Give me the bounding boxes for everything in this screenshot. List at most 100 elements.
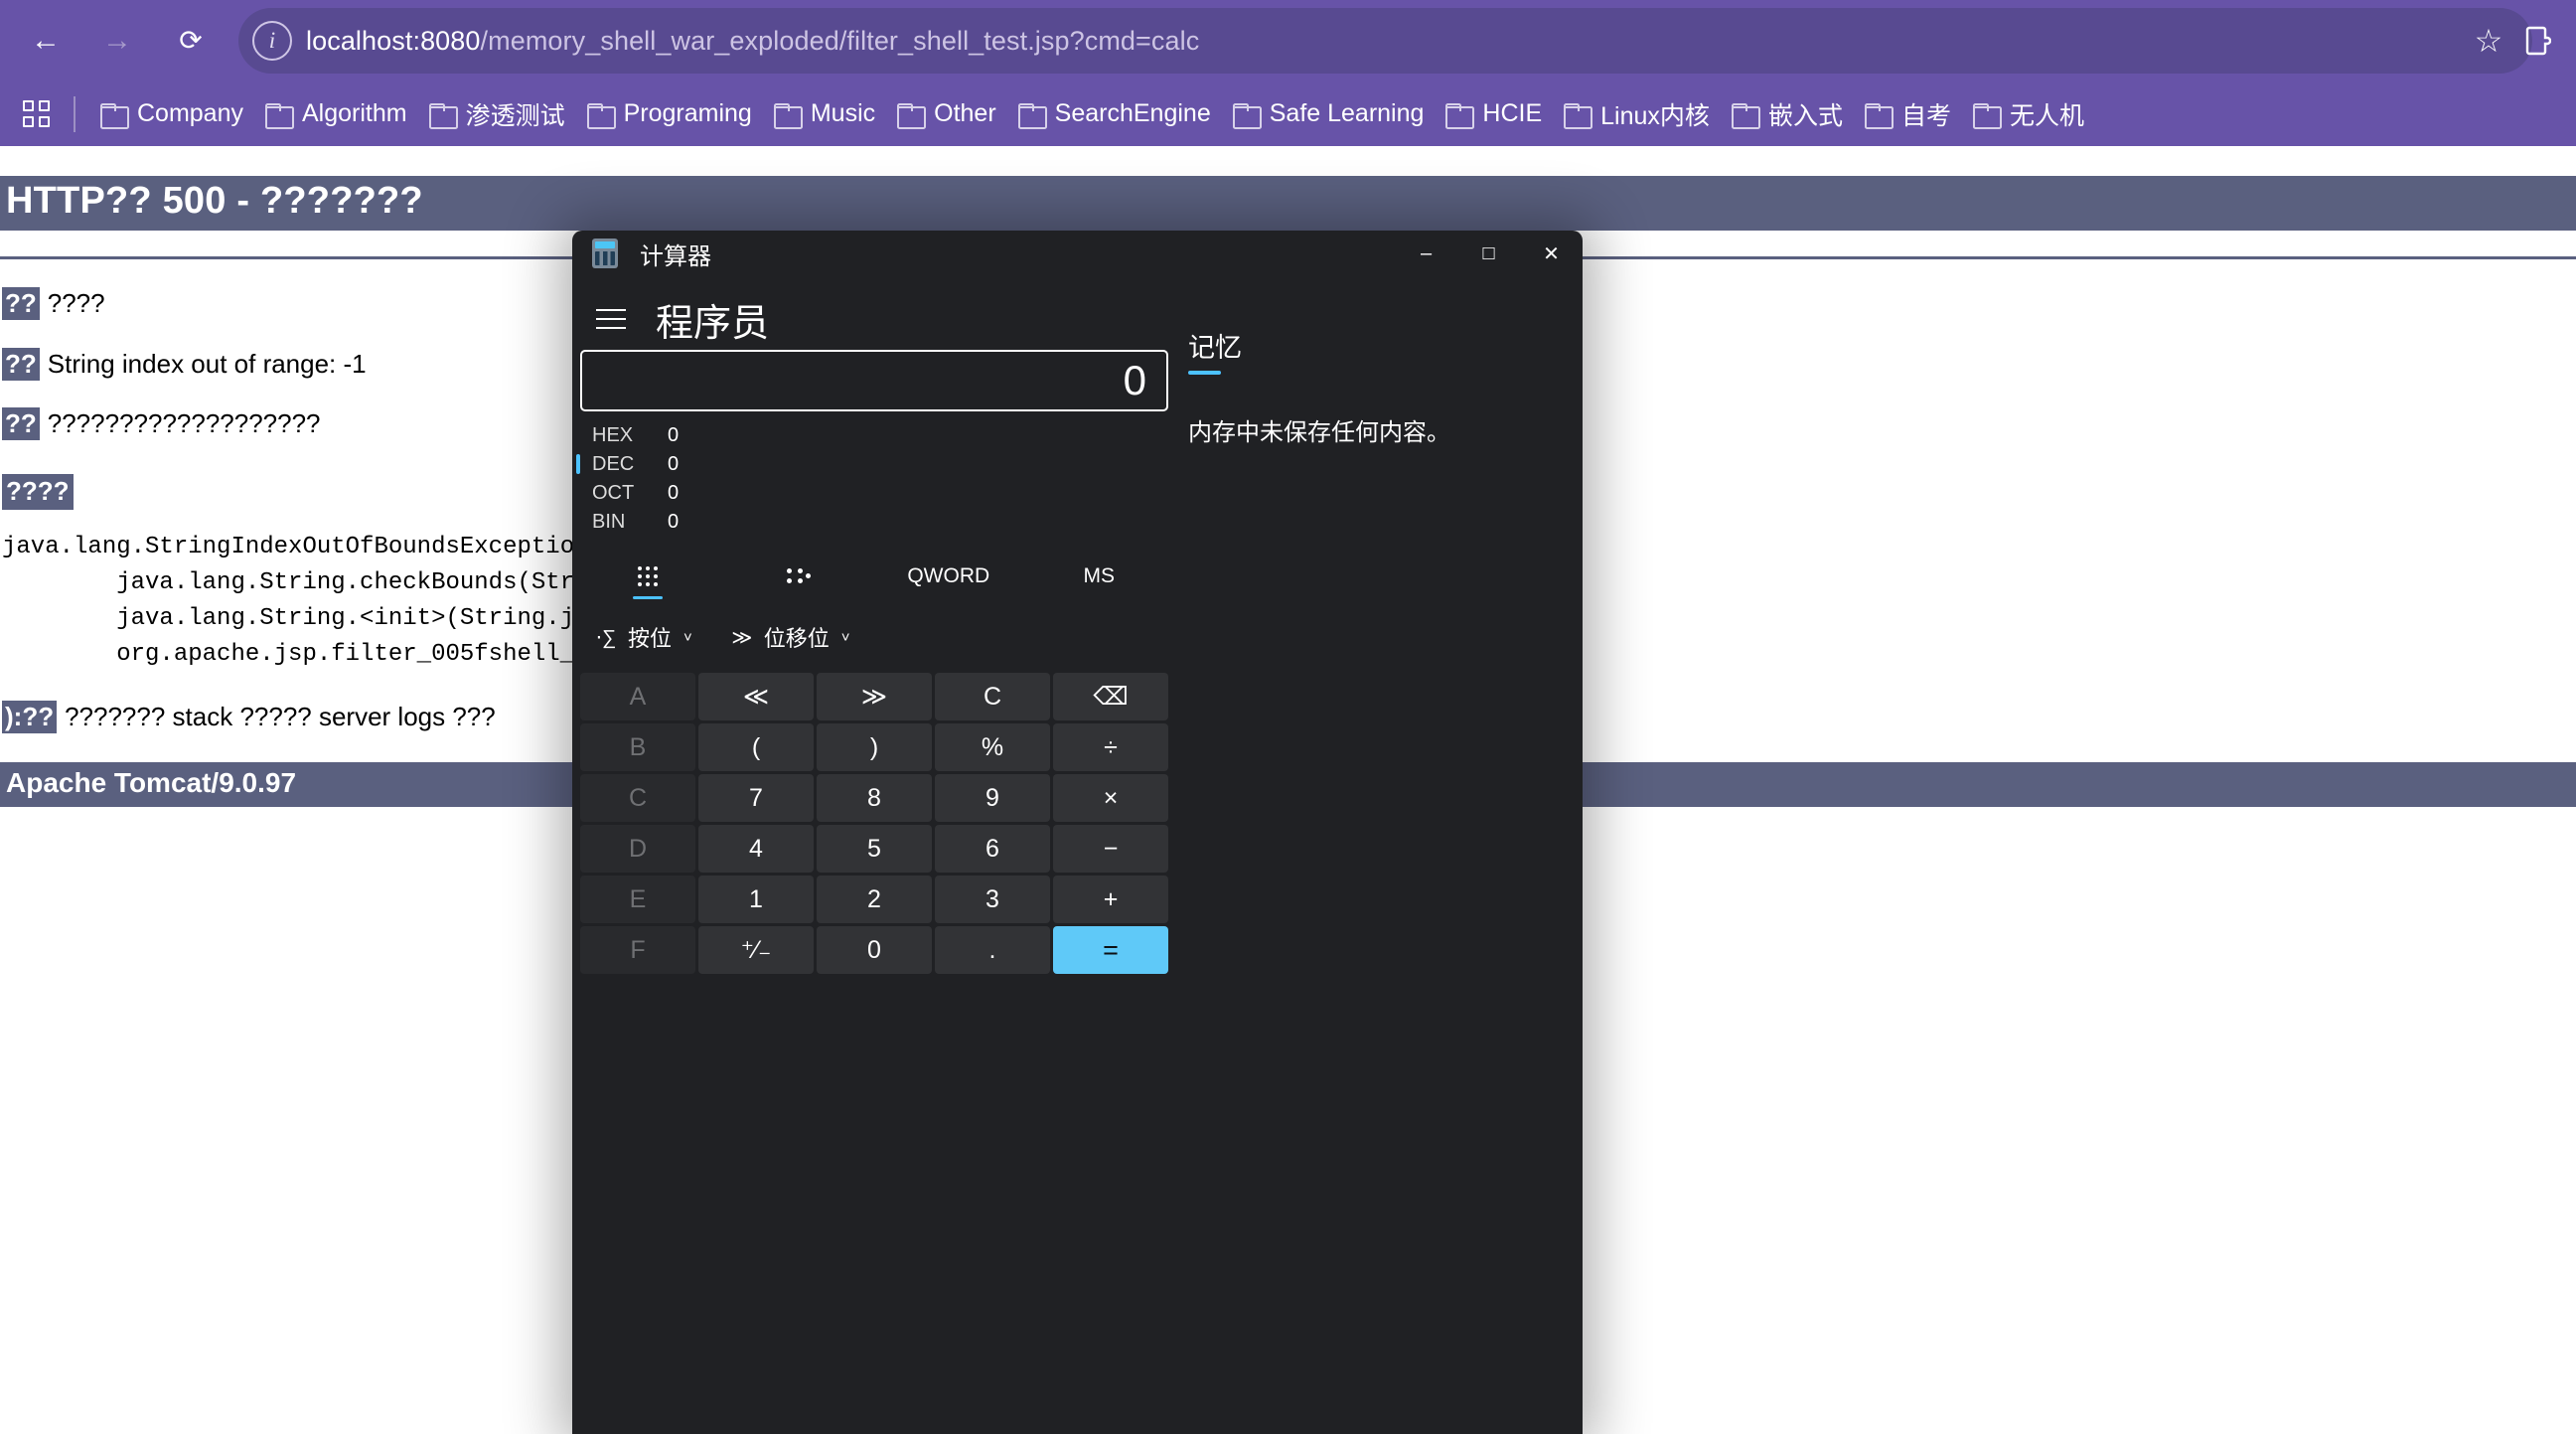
key-shift-right[interactable]: ≫ (817, 673, 932, 720)
bookmark-label: Programing (623, 99, 752, 127)
bookmark-item[interactable]: 无人机 (1962, 90, 2095, 138)
base-row-bin[interactable]: BIN 0 (572, 508, 1174, 536)
key-shift-left[interactable]: ≪ (698, 673, 814, 720)
bit-toggle-icon (785, 567, 812, 585)
forward-arrow-icon[interactable]: → (89, 13, 145, 69)
base-value: 0 (668, 423, 680, 446)
key-sign-toggle[interactable]: ⁺⁄₋ (698, 926, 814, 974)
bookmark-star-icon[interactable]: ☆ (2467, 19, 2510, 63)
bookmark-item[interactable]: HCIE (1435, 93, 1553, 134)
bookmark-label: 无人机 (2009, 101, 2084, 130)
bookmark-item[interactable]: Linux内核 (1553, 90, 1721, 138)
bookmark-label: Safe Learning (1269, 99, 1425, 127)
extensions-icon[interactable] (2514, 20, 2558, 64)
key-0[interactable]: 0 (817, 926, 932, 974)
hamburger-menu-icon[interactable] (596, 304, 632, 334)
key-9[interactable]: 9 (935, 774, 1050, 822)
folder-icon (1564, 102, 1593, 129)
base-row-dec[interactable]: DEC 0 (572, 450, 1174, 478)
error-text: String index out of range: -1 (47, 348, 367, 379)
bookmark-item[interactable]: 嵌入式 (1721, 90, 1854, 138)
key-paren-close[interactable]: ) (817, 723, 932, 771)
key-add[interactable]: + (1053, 876, 1168, 923)
bitwise-dropdown[interactable]: ⋅∑ 按位 ˅ (586, 616, 700, 658)
key-clear[interactable]: C (935, 673, 1050, 720)
tab-label: QWORD (907, 564, 990, 587)
info-circle-icon[interactable]: i (252, 21, 292, 61)
calculator-window: 计算器 – □ ✕ 程序员 记忆 内存中未保存任何内容。 0 HEX 0 DEC… (572, 231, 1583, 1434)
key-a[interactable]: A (580, 673, 695, 720)
tab-keypad[interactable] (572, 552, 723, 601)
folder-icon (1232, 102, 1262, 129)
url-text[interactable]: localhost:8080/memory_shell_war_exploded… (306, 26, 2467, 57)
reload-icon[interactable]: ⟳ (163, 13, 219, 69)
base-row-hex[interactable]: HEX 0 (572, 421, 1174, 449)
apps-grid-icon[interactable] (14, 92, 58, 136)
key-1[interactable]: 1 (698, 876, 814, 923)
tab-bit-toggle[interactable] (723, 552, 874, 601)
calculator-main: 0 HEX 0 DEC 0 OCT 0 BIN 0 QWORD MS ⋅∑ 按位… (572, 350, 1174, 980)
bookmark-label: HCIE (1482, 99, 1543, 127)
calculator-display[interactable]: 0 (580, 350, 1168, 411)
base-row-oct[interactable]: OCT 0 (572, 479, 1174, 507)
folder-icon (100, 102, 129, 129)
bookmark-item[interactable]: 自考 (1854, 90, 1962, 138)
memory-title-underline (1188, 371, 1221, 375)
tab-qword[interactable]: QWORD (873, 552, 1024, 601)
key-divide[interactable]: ÷ (1053, 723, 1168, 771)
bookmark-item[interactable]: Safe Learning (1222, 93, 1436, 134)
logs-note-text: ??????? stack ????? server logs ??? (65, 701, 496, 731)
calculator-titlebar[interactable]: 计算器 – □ ✕ (572, 231, 1583, 276)
bookmark-item[interactable]: 渗透测试 (418, 90, 576, 138)
folder-icon (1972, 102, 2002, 129)
key-4[interactable]: 4 (698, 825, 814, 873)
key-b[interactable]: B (580, 723, 695, 771)
memory-empty-message: 内存中未保存任何内容。 (1188, 418, 1450, 446)
bookmark-label: Music (810, 99, 876, 127)
key-5[interactable]: 5 (817, 825, 932, 873)
url-host: localhost:8080 (306, 25, 481, 56)
key-f[interactable]: F (580, 926, 695, 974)
key-multiply[interactable]: × (1053, 774, 1168, 822)
minimize-button[interactable]: – (1395, 231, 1457, 276)
tab-label: MS (1083, 564, 1116, 587)
bookmark-item[interactable]: Company (89, 93, 254, 134)
folder-icon (897, 102, 927, 129)
key-backspace[interactable]: ⌫ (1053, 673, 1168, 720)
key-decimal[interactable]: . (935, 926, 1050, 974)
error-label: ?? (2, 347, 40, 381)
calculator-mode-title: 程序员 (656, 302, 770, 345)
base-value: 0 (668, 481, 680, 504)
address-bar[interactable]: i localhost:8080/memory_shell_war_explod… (238, 8, 2532, 74)
key-e[interactable]: E (580, 876, 695, 923)
bookmark-item[interactable]: SearchEngine (1007, 93, 1222, 134)
calculator-keypad: A ≪ ≫ C ⌫ B ( ) % ÷ C 7 8 9 × D 4 5 6 − … (572, 663, 1174, 980)
page-title: HTTP?? 500 - ??????? (0, 176, 2576, 231)
key-2[interactable]: 2 (817, 876, 932, 923)
key-equals[interactable]: = (1053, 926, 1168, 974)
key-8[interactable]: 8 (817, 774, 932, 822)
bitshift-dropdown[interactable]: ≫ 位移位 ˅ (722, 616, 858, 658)
tab-memory-store[interactable]: MS (1024, 552, 1175, 601)
bookmark-item[interactable]: Programing (576, 93, 763, 134)
bookmark-label: 渗透测试 (465, 101, 565, 130)
memory-title: 记忆 (1188, 333, 1242, 363)
key-paren-open[interactable]: ( (698, 723, 814, 771)
key-7[interactable]: 7 (698, 774, 814, 822)
key-6[interactable]: 6 (935, 825, 1050, 873)
back-arrow-icon[interactable]: ← (18, 13, 74, 69)
bookmark-item[interactable]: Music (763, 93, 886, 134)
bookmark-item[interactable]: Algorithm (254, 93, 418, 134)
display-value: 0 (1123, 357, 1146, 403)
base-label: HEX (592, 423, 634, 446)
close-button[interactable]: ✕ (1520, 231, 1583, 276)
folder-icon (1445, 102, 1475, 129)
bookmark-item[interactable]: Other (886, 93, 1007, 134)
key-c-hex[interactable]: C (580, 774, 695, 822)
key-modulo[interactable]: % (935, 723, 1050, 771)
keypad-icon (637, 566, 658, 586)
key-subtract[interactable]: − (1053, 825, 1168, 873)
key-d[interactable]: D (580, 825, 695, 873)
key-3[interactable]: 3 (935, 876, 1050, 923)
maximize-button[interactable]: □ (1457, 231, 1520, 276)
